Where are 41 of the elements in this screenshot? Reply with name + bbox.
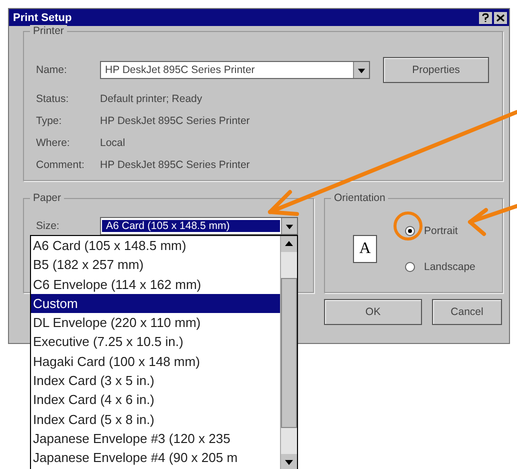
group-label: Paper <box>30 192 64 204</box>
radio-label[interactable]: Portrait <box>424 224 458 236</box>
list-item[interactable]: A6 Card (105 x 148.5 mm) <box>31 236 280 256</box>
field-value: Local <box>100 137 126 149</box>
field-value: HP DeskJet 895C Series Printer <box>100 159 250 171</box>
field-label: Comment: <box>36 159 86 171</box>
field-label: Name: <box>36 64 68 76</box>
radio-button[interactable] <box>405 226 415 236</box>
scrollbar[interactable] <box>280 236 297 469</box>
close-icon[interactable] <box>494 12 507 24</box>
list-item[interactable]: Custom <box>31 294 280 314</box>
list-item[interactable]: Index Card (5 x 8 in.) <box>31 410 280 429</box>
radio-label[interactable]: Landscape <box>424 260 476 272</box>
list-item[interactable]: Index Card (4 x 6 in.) <box>31 390 280 410</box>
list-item[interactable]: Hagaki Card (100 x 148 mm) <box>31 352 280 372</box>
dialog-button[interactable]: Cancel <box>432 299 502 325</box>
field-value: Default printer; Ready <box>100 93 202 105</box>
caret-icon <box>285 222 294 230</box>
paper-size-dropdown[interactable]: A6 Card (105 x 148.5 mm) <box>100 217 298 235</box>
field-value: HP DeskJet 895C Series Printer <box>100 115 250 127</box>
caret-icon <box>357 66 366 74</box>
group-label: Printer <box>30 25 67 37</box>
list-item[interactable]: Index Card (3 x 5 in.) <box>31 371 280 390</box>
list-item[interactable]: B5 (182 x 257 mm) <box>31 255 280 275</box>
radio-button[interactable] <box>405 262 415 272</box>
list-item[interactable]: C6 Envelope (114 x 162 mm) <box>31 274 280 294</box>
field-label: Size: <box>36 220 60 232</box>
field-label: Status: <box>36 93 70 105</box>
list-item[interactable]: DL Envelope (220 x 110 mm) <box>31 313 280 332</box>
group-label: Orientation <box>331 192 388 204</box>
field-label: Where: <box>36 137 71 149</box>
list-item[interactable]: Executive (7.25 x 10.5 in.) <box>31 332 280 352</box>
list-item[interactable]: Japanese Envelope #4 (90 x 205 m <box>31 448 280 468</box>
highlight-circle <box>394 212 422 240</box>
dialog-button[interactable]: OK <box>324 299 422 325</box>
field-label: Type: <box>36 115 63 127</box>
list-item[interactable]: Japanese Envelope #3 (120 x 235 <box>31 428 280 448</box>
page-icon: A <box>353 234 377 262</box>
window-title: Print Setup <box>13 12 73 24</box>
printer-name-dropdown[interactable]: HP DeskJet 895C Series Printer <box>100 61 370 79</box>
properties-button[interactable]: Properties <box>383 57 489 83</box>
